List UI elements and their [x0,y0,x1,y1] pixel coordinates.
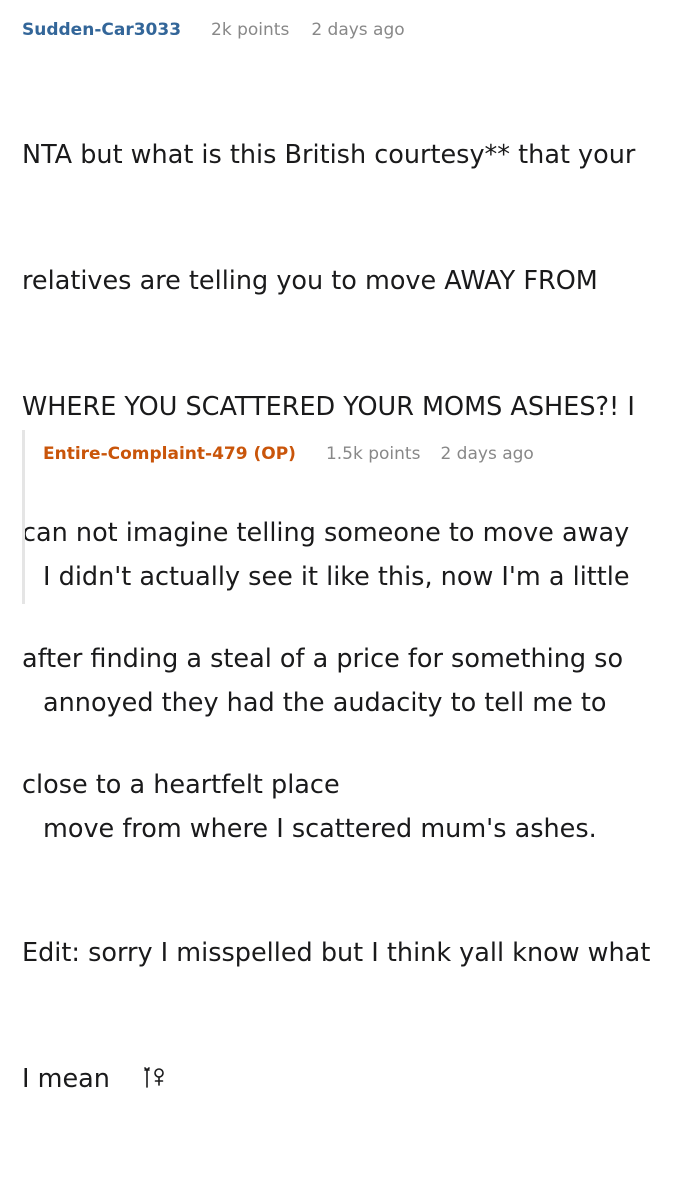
reply-comment: Entire-Complaint-479 (OP) 1.5k points 2 … [22,430,700,844]
reply-content: Entire-Complaint-479 (OP) 1.5k points 2 … [43,442,683,934]
reply-body-line: I didn't actually see it like this, now … [43,562,630,592]
comment-body-line: WHERE YOU SCATTERED YOUR MOMS ASHES?! I [22,392,635,422]
reply-body: I didn't actually see it like this, now … [43,472,663,934]
comment-timestamp: 2 days ago [311,20,405,40]
reply-meta: Entire-Complaint-479 (OP) 1.5k points 2 … [43,442,683,466]
reply-body-line: move from where I scattered mum's ashes. [43,814,597,844]
comment-edit-line: Edit: sorry I misspelled but I think yal… [22,938,651,968]
comment-body-line: relatives are telling you to move AWAY F… [22,266,598,296]
comment-edit-line-end: I mean [22,1058,682,1100]
reply-timestamp: 2 days ago [440,444,534,464]
person-shrugging-icon [144,1060,166,1088]
reply-body-line: annoyed they had the audacity to tell me… [43,688,607,718]
thread-collapse-line[interactable] [22,430,25,604]
comment-meta: Sudden-Car3033 2k points 2 days ago [22,18,682,42]
comment-points: 2k points [211,20,290,40]
comment-author-link[interactable]: Sudden-Car3033 [22,18,181,42]
reply-author-link[interactable]: Entire-Complaint-479 (OP) [43,442,296,466]
reply-points: 1.5k points [325,444,421,464]
comment-edit-text: I mean [22,1064,110,1094]
comment-thread: Sudden-Car3033 2k points 2 days ago NTA … [0,0,700,1094]
comment-body-line: NTA but what is this British courtesy** … [22,140,636,170]
